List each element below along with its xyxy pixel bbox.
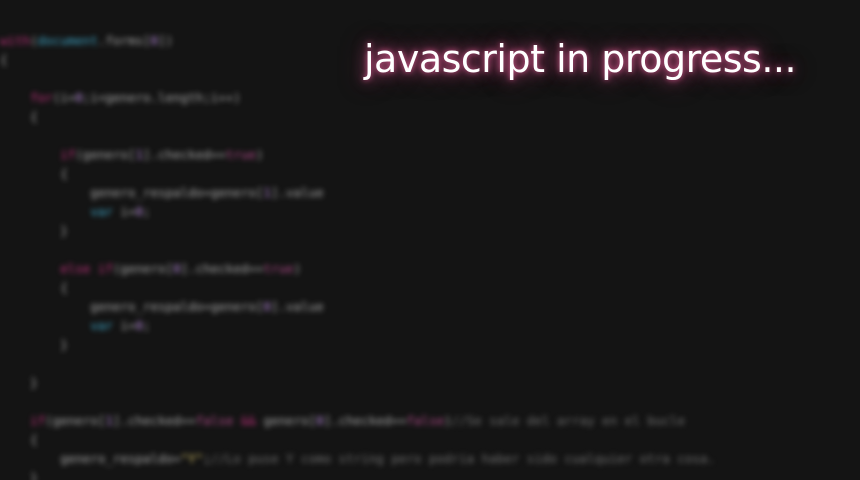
- code-token: //Se sale del array en el bucle: [451, 413, 685, 428]
- code-token: ].value: [270, 185, 324, 200]
- code-token: 1: [263, 185, 271, 200]
- code-token: }: [0, 337, 68, 352]
- code-token: ): [255, 147, 264, 162]
- code-line: genero_respaldo="Y";//Lo puse Y como str…: [0, 449, 860, 468]
- code-token: 0: [135, 204, 143, 219]
- code-token: ].value: [270, 299, 324, 314]
- code-line: {: [0, 164, 860, 183]
- code-token: (genero[: [75, 147, 136, 162]
- code-token: {: [0, 52, 8, 67]
- code-token: genero_respaldo=: [0, 451, 181, 466]
- code-token: if: [30, 413, 46, 428]
- code-token: false: [406, 413, 445, 428]
- code-token: true: [263, 261, 294, 276]
- code-token: document: [37, 33, 98, 48]
- code-token: ].checked==: [180, 261, 264, 276]
- overlay-title: javascript in progress...: [364, 37, 797, 81]
- code-token: }: [0, 223, 68, 238]
- code-line: for(i=0;i<genero.length;i++): [0, 88, 860, 107]
- code-line: }: [0, 373, 860, 392]
- code-token: i=: [112, 318, 136, 333]
- code-token: ): [444, 413, 452, 428]
- code-token: }: [0, 375, 38, 390]
- code-line: {: [0, 430, 860, 449]
- code-token: with: [0, 33, 31, 48]
- code-token: false: [195, 413, 234, 428]
- code-line: else if(genero[0].checked==true): [0, 259, 860, 278]
- code-line: }: [0, 468, 860, 480]
- code-token: 0: [316, 413, 324, 428]
- code-line: var i=0;: [0, 316, 860, 335]
- code-token: ]): [158, 33, 174, 48]
- code-token: {: [0, 432, 38, 447]
- code-line: {: [0, 107, 860, 126]
- code-token: else if: [60, 261, 113, 276]
- code-line: }: [0, 221, 860, 240]
- code-line: {: [0, 278, 860, 297]
- code-token: ;: [203, 451, 211, 466]
- code-token: true: [225, 147, 256, 162]
- code-line: genero_respaldo=genero[0].value: [0, 297, 860, 316]
- code-token: .forms[: [97, 33, 151, 48]
- code-token: i=: [112, 204, 136, 219]
- code-token: ): [293, 261, 302, 276]
- code-token: ;i<genero.length;i++): [82, 90, 241, 105]
- code-token: {: [0, 280, 68, 295]
- code-token: {: [0, 166, 68, 181]
- code-token: (genero[: [45, 413, 106, 428]
- screenshot-canvas: with(document.forms[0]){ for(i=0;i<gener…: [0, 0, 860, 480]
- code-token: 0: [135, 318, 143, 333]
- code-token: (i=: [52, 90, 76, 105]
- code-token: ].checked==: [112, 413, 196, 428]
- code-token: ;: [143, 204, 151, 219]
- code-token: }: [0, 470, 38, 480]
- code-token: genero_respaldo=genero[: [0, 299, 264, 314]
- code-token: if: [60, 147, 76, 162]
- code-line: }: [0, 335, 860, 354]
- code-token: (genero[: [112, 261, 174, 276]
- code-line: var i=0;: [0, 202, 860, 221]
- code-token: 1: [135, 147, 144, 162]
- code-line: if(genero[1].checked==false && genero[0]…: [0, 411, 860, 430]
- code-line: if(genero[1].checked==true): [0, 145, 860, 164]
- code-token: {: [0, 109, 38, 124]
- code-token: genero_respaldo=genero[: [0, 185, 264, 200]
- code-token: for: [30, 90, 53, 105]
- code-token: ;: [143, 318, 151, 333]
- code-token: 0: [75, 90, 83, 105]
- code-token: ].checked==: [323, 413, 407, 428]
- code-token: var: [90, 318, 113, 333]
- code-token: 0: [263, 299, 271, 314]
- code-token: //Lo puse Y como string pero podria habe…: [210, 451, 715, 466]
- code-token: genero[: [255, 413, 317, 428]
- code-token: var: [90, 204, 113, 219]
- code-token: ].checked==: [143, 147, 226, 162]
- code-token: 0: [173, 261, 181, 276]
- code-token: 0: [150, 33, 159, 48]
- code-token: &&: [240, 413, 256, 428]
- code-token: (: [30, 33, 38, 48]
- code-line: genero_respaldo=genero[1].value: [0, 183, 860, 202]
- blurred-code-background: with(document.forms[0]){ for(i=0;i<gener…: [0, 31, 860, 480]
- code-token: "Y": [180, 451, 204, 466]
- code-token: 1: [105, 413, 113, 428]
